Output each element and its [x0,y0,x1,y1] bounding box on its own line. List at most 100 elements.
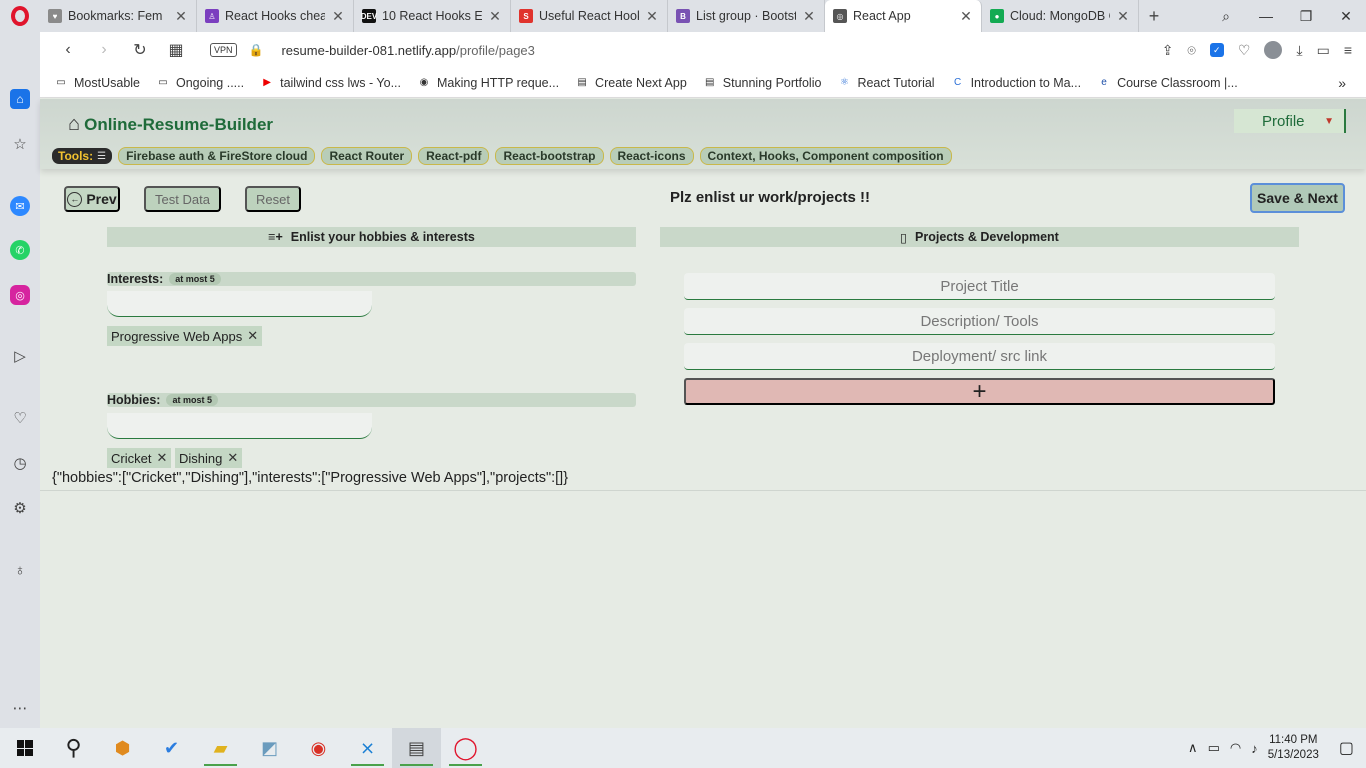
settings-gear-icon[interactable]: ⚙ [10,498,30,518]
favorites-heart-icon[interactable]: ♡ [10,408,30,428]
sidebar-more-icon[interactable]: ⋯ [10,698,30,718]
file-explorer-icon[interactable]: ▰ [196,728,245,768]
bookmarks-overflow-icon[interactable]: » [1338,75,1366,91]
bookmark-item[interactable]: ▤ Stunning Portfolio [703,76,821,90]
projects-section-title: Projects & Development [915,230,1059,244]
browser-tab[interactable]: DEV 10 React Hooks Exp ✕ [354,0,511,32]
url-field[interactable]: resume-builder-081.netlify.app/profile/p… [281,43,534,58]
heart-icon[interactable]: ♡ [1238,42,1251,59]
test-data-button[interactable]: Test Data [144,186,221,212]
media-player-icon[interactable]: ▤ [392,728,441,768]
minimize-window-button[interactable]: — [1246,8,1286,24]
browser-tab[interactable]: ● Cloud: MongoDB C ✕ [982,0,1139,32]
bookmark-item[interactable]: e Course Classroom |... [1097,76,1237,90]
reset-button[interactable]: Reset [245,186,301,212]
tray-chevron-up-icon[interactable]: ∧ [1188,740,1198,756]
project-description-input[interactable] [684,308,1275,335]
vpn-badge[interactable]: VPN [210,43,237,57]
bookmark-label: tailwind css lws - Yo... [280,75,401,90]
save-next-button[interactable]: Save & Next [1250,183,1345,213]
remove-chip-x-icon[interactable]: ✕ [227,450,238,466]
folder-icon: ▭ [158,77,168,88]
back-button[interactable]: ‹ [52,41,84,59]
close-window-button[interactable]: ✕ [1326,8,1366,25]
history-clock-icon[interactable]: ◷ [10,453,30,473]
bookmark-item[interactable]: ◉ Making HTTP reque... [417,76,559,90]
plus-icon: + [972,377,987,405]
tips-bulb-icon[interactable]: ♁ [10,560,30,580]
instagram-icon[interactable]: ◎ [10,285,30,305]
download-icon[interactable]: ⤓ [1296,42,1302,59]
e-icon: e [1101,77,1107,88]
bookmark-label: Introduction to Ma... [970,75,1082,90]
reload-button[interactable]: ↻ [124,40,156,60]
drive-app-icon[interactable]: ◩ [245,728,294,768]
lock-icon[interactable]: 🔒 [249,43,264,57]
remove-chip-x-icon[interactable]: ✕ [247,328,258,344]
camera-icon[interactable]: ⌾ [1187,42,1195,59]
opera-taskbar-icon[interactable]: ◯ [441,728,490,768]
close-tab-icon[interactable]: ✕ [488,8,502,25]
close-tab-icon[interactable]: ✕ [802,8,816,25]
browser-tab[interactable]: B List group · Bootstr ✕ [668,0,825,32]
notifications-icon[interactable]: ▢ [1339,738,1354,758]
bookmark-item[interactable]: ▤ Create Next App [575,76,686,90]
brand-link[interactable]: ⌂ Online-Resume-Builder [68,113,273,136]
shield-icon[interactable]: ✓ [1209,43,1224,57]
bookmarks-bar: ▭ MostUsable ▭ Ongoing ..... ▶ tailwind css l… [40,68,1366,98]
interests-input[interactable] [107,291,372,317]
player-icon[interactable]: ▷ [10,346,30,366]
youtube-icon: ▶ [263,77,271,88]
hobbies-input[interactable] [107,413,372,439]
messenger-icon[interactable]: ✉ [10,196,30,216]
network-adapter-icon[interactable]: ▭ [1208,740,1220,756]
close-tab-icon[interactable]: ✕ [331,8,345,25]
bookmark-item[interactable]: ▭ MostUsable [54,76,140,90]
close-tab-icon[interactable]: ✕ [959,8,973,25]
tab-favicon-icon: B [676,9,690,23]
browser-tab[interactable]: ♥ Bookmarks: Fem ✕ [40,0,197,32]
close-tab-icon[interactable]: ✕ [1116,8,1130,25]
add-project-button[interactable]: + [684,378,1275,405]
account-avatar-icon[interactable] [1264,41,1283,59]
restore-window-button[interactable]: ❐ [1286,8,1326,25]
page-heading: Plz enlist ur work/projects !! [670,189,871,206]
bookmark-item[interactable]: ▭ Ongoing ..... [156,76,244,90]
volume-icon[interactable]: ♪ [1251,741,1258,756]
project-link-input[interactable] [684,343,1275,370]
pinboard-star-icon[interactable]: ☆ [10,134,30,154]
hobby-chip-label: Dishing [179,450,223,466]
battery-icon[interactable]: ▭ [1317,42,1330,59]
todo-check-icon[interactable]: ✔ [147,728,196,768]
profile-dropdown[interactable]: Profile ▼ [1234,109,1346,133]
close-tab-icon[interactable]: ✕ [645,8,659,25]
remove-chip-x-icon[interactable]: ✕ [156,450,167,466]
bookmark-item[interactable]: ⚛ React Tutorial [837,76,935,90]
opera-logo-icon[interactable] [0,0,40,32]
chrome-icon[interactable]: ◉ [294,728,343,768]
bookmark-item[interactable]: ▶ tailwind css lws - Yo... [260,76,401,90]
new-tab-button[interactable]: + [1139,0,1169,32]
search-tabs-icon[interactable]: ⌕ [1206,8,1246,25]
close-tab-icon[interactable]: ✕ [174,8,188,25]
forward-button[interactable]: › [88,41,120,59]
project-title-input[interactable] [684,273,1275,300]
cube-app-icon[interactable]: ⬢ [98,728,147,768]
prev-button[interactable]: ← Prev [64,186,120,212]
search-icon[interactable]: ⚲ [49,728,98,768]
whatsapp-icon[interactable]: ✆ [10,240,30,260]
tab-favicon-icon: ● [990,9,1004,23]
send-icon[interactable]: ⇪ [1162,42,1174,59]
browser-tab[interactable]: ◎ React App ✕ [825,0,982,32]
hobbies-section-header: ≡+ Enlist your hobbies & interests [107,227,636,247]
bookmark-item[interactable]: C Introduction to Ma... [951,76,1081,90]
speed-dial-home-icon[interactable]: ⌂ [10,89,30,109]
wifi-icon[interactable]: ◠ [1230,740,1241,756]
tab-grid-icon[interactable]: ▦ [160,40,192,60]
vscode-icon[interactable]: ⨯ [343,728,392,768]
start-button[interactable] [0,728,49,768]
menu-icon[interactable]: ≡ [1344,42,1352,58]
browser-tab[interactable]: S Useful React Hooks ✕ [511,0,668,32]
clock[interactable]: 11:40 PM 5/13/2023 [1268,733,1319,763]
browser-tab[interactable]: ♙ React Hooks cheat ✕ [197,0,354,32]
